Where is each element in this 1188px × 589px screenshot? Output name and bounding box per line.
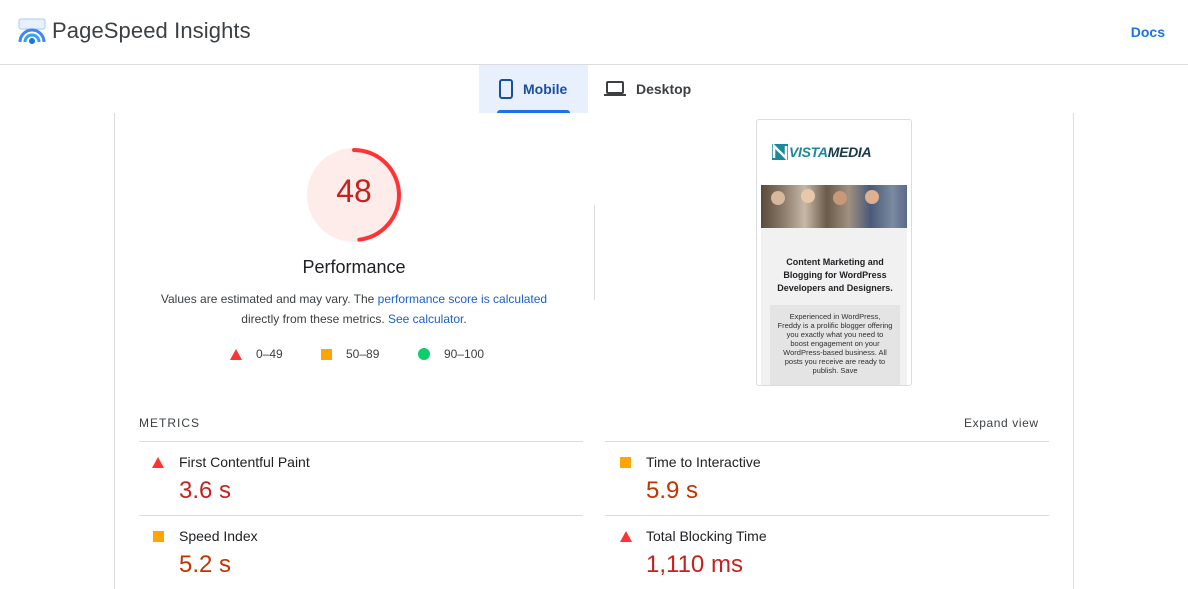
legend-pass: 90–100 <box>418 347 484 361</box>
performance-score: 48 <box>336 173 372 209</box>
metric-tti-value: 5.9 s <box>646 477 699 504</box>
square-icon <box>321 348 332 360</box>
app-header: PageSpeed Insights Docs <box>0 0 1188 65</box>
summary-divider <box>594 205 595 300</box>
circle-icon <box>418 348 430 360</box>
report-panel-border-right <box>1073 113 1074 589</box>
fail-triangle-icon <box>152 457 164 468</box>
metrics-heading: METRICS <box>139 416 200 430</box>
legend-average-label: 50–89 <box>346 347 380 361</box>
screenshot-body-text: Experienced in WordPress, Freddy is a pr… <box>777 312 893 375</box>
smartphone-icon <box>499 79 513 99</box>
legend-average: 50–89 <box>321 347 379 361</box>
metric-tbt-name: Total Blocking Time <box>646 528 767 544</box>
screenshot-brand-main: VISTA <box>789 144 828 160</box>
metrics-divider-mid-right <box>605 515 1049 516</box>
pagespeed-logo-icon <box>18 18 46 44</box>
metrics-divider-top-right <box>605 441 1049 442</box>
screenshot-hero-photo <box>761 185 907 228</box>
see-calculator-link[interactable]: See calculator <box>388 312 463 326</box>
metrics-divider-top-left <box>139 441 583 442</box>
screenshot-brand: VISTAMEDIA <box>789 144 872 160</box>
average-square-icon <box>153 531 164 542</box>
performance-score-link[interactable]: performance score is calculated <box>378 292 547 306</box>
metric-tbt-value: 1,110 ms <box>646 551 743 578</box>
metric-si-name: Speed Index <box>179 528 258 544</box>
fail-triangle-icon <box>620 531 632 542</box>
tab-mobile-label: Mobile <box>523 81 568 97</box>
app-title: PageSpeed Insights <box>52 18 251 43</box>
tab-mobile[interactable]: Mobile <box>479 65 588 113</box>
tab-desktop-label: Desktop <box>636 81 692 97</box>
screenshot-brand-accent: MEDIA <box>827 144 872 160</box>
performance-desc-prefix: Values are estimated and may vary. The <box>160 292 378 306</box>
legend-pass-label: 90–100 <box>444 347 485 361</box>
metrics-divider-mid-left <box>139 515 583 516</box>
triangle-icon <box>230 348 242 360</box>
performance-desc-mid: directly from these metrics. <box>241 312 388 326</box>
legend-fail: 0–49 <box>230 347 283 361</box>
average-square-icon <box>620 457 631 468</box>
expand-view-button[interactable]: Expand view <box>964 416 1039 430</box>
performance-desc-suffix: . <box>463 312 467 326</box>
screenshot-heading: Content Marketing and Blogging for WordP… <box>777 257 893 293</box>
metric-si-value: 5.2 s <box>179 551 232 578</box>
page-screenshot-thumbnail: VISTAMEDIA Content Marketing and Bloggin… <box>756 119 912 386</box>
report-panel-border-left <box>114 113 115 589</box>
tab-desktop[interactable]: Desktop <box>604 65 714 113</box>
metric-fcp-value: 3.6 s <box>179 477 232 504</box>
metric-fcp-name: First Contentful Paint <box>179 454 310 470</box>
performance-title: Performance <box>302 257 406 277</box>
legend-fail-label: 0–49 <box>256 347 283 361</box>
metric-tti-name: Time to Interactive <box>646 454 761 470</box>
laptop-icon <box>604 81 626 97</box>
docs-link[interactable]: Docs <box>1131 24 1165 40</box>
performance-description: Values are estimated and may vary. The p… <box>134 289 574 329</box>
tab-selected-indicator <box>497 110 570 113</box>
